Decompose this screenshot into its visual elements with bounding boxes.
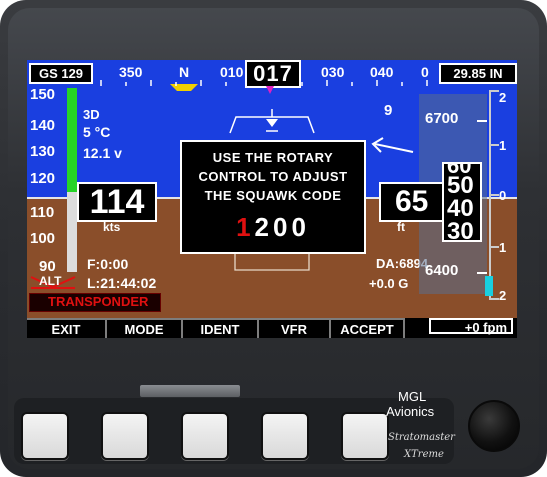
squawk-digit-active[interactable]: 1 — [236, 212, 254, 242]
vsi-tick-bottom-1: 1 — [499, 240, 507, 255]
alt-warning-flag: ALT — [27, 273, 79, 289]
squawk-dialog: USE THE ROTARY CONTROL TO ADJUST THE SQU… — [180, 140, 366, 254]
oat-label: 5 °C — [83, 124, 111, 140]
model-name: Stratomaster — [388, 432, 455, 443]
hardware-button-2[interactable] — [101, 412, 149, 460]
dialog-line-3: THE SQUAWK CODE — [204, 188, 342, 203]
softkey-bar: EXIT MODE IDENT VFR ACCEPT +0 fpm — [27, 318, 517, 338]
airspeed-tape: 150 140 130 120 110 100 90 — [27, 84, 77, 275]
softkey-exit[interactable]: EXIT — [27, 318, 105, 338]
squawk-digits-rest[interactable]: 200 — [255, 212, 310, 242]
dialog-line-2: CONTROL TO ADJUST — [198, 169, 348, 184]
airspeed-tick-120: 120 — [30, 170, 56, 187]
wind-arrow-icon — [371, 137, 414, 153]
vsi-bar — [485, 276, 493, 296]
g-meter: +0.0 G — [369, 276, 409, 291]
hardware-button-1[interactable] — [21, 412, 69, 460]
altitude-tick-6700: 6700 — [425, 110, 459, 127]
squawk-code[interactable]: 1200 — [182, 212, 364, 243]
local-time: L:21:44:02 — [87, 275, 157, 291]
softkey-accept[interactable]: ACCEPT — [329, 318, 405, 338]
voltage-label: 12.1 v — [83, 145, 122, 161]
airspeed-green-arc — [67, 88, 77, 192]
vertical-speed-box: +0 fpm — [429, 318, 513, 335]
groundspeed-box: GS 129 — [29, 63, 93, 84]
alt-flag-label: ALT — [39, 274, 62, 288]
altitude-unit: ft — [397, 220, 405, 234]
roll-indicator — [229, 109, 315, 134]
airspeed-tick-130: 130 — [30, 143, 56, 160]
light-sensor — [140, 385, 240, 397]
altitude-roller: 60 50 40 30 — [442, 162, 482, 242]
altitude-big-digits: 65 — [395, 185, 429, 218]
airspeed-readout: 114 — [77, 182, 157, 222]
airspeed-white-arc — [67, 192, 77, 272]
vsi-tick-top-1: 1 — [499, 138, 507, 153]
airspeed-unit: kts — [103, 220, 121, 234]
flight-timer: F:0:00 — [87, 256, 129, 272]
transponder-label: TRANSPONDER — [48, 294, 149, 309]
baro-setting-box: 29.85 IN — [439, 63, 517, 84]
airspeed-tick-110: 110 — [30, 204, 55, 221]
softkey-ident[interactable]: IDENT — [181, 318, 257, 338]
airspeed-tick-150: 150 — [30, 86, 56, 103]
vsi-scale: 2 1 0 1 2 — [485, 90, 517, 303]
dialog-line-1: USE THE ROTARY — [212, 150, 334, 165]
hardware-button-5[interactable] — [341, 412, 389, 460]
roll-degree-label: 9 — [384, 102, 393, 119]
vsi-tick-zero: 0 — [499, 188, 507, 203]
hardware-button-3[interactable] — [181, 412, 229, 460]
brand-name: MGL — [398, 389, 427, 404]
altitude-tick-mark — [477, 120, 487, 122]
rotary-knob[interactable] — [468, 400, 520, 452]
model-suffix: XTreme — [404, 449, 444, 460]
softkey-mode[interactable]: MODE — [105, 318, 181, 338]
airspeed-tick-100: 100 — [30, 230, 56, 247]
vsi-tick-bottom-2: 2 — [499, 288, 507, 303]
airspeed-tick-140: 140 — [30, 117, 56, 134]
hardware-button-4[interactable] — [261, 412, 309, 460]
pitch-reference — [234, 254, 310, 271]
altitude-tick-6400: 6400 — [425, 262, 459, 279]
vsi-tick-top-2: 2 — [499, 90, 507, 105]
transponder-banner: TRANSPONDER — [29, 293, 161, 312]
altitude-tick-mark-2 — [477, 272, 487, 274]
brand-subtitle: Avionics — [386, 404, 435, 419]
altitude-roll-30: 30 — [447, 218, 474, 242]
efis-screen: GS 129 350 N 010 017 030 040 0 29.85 IN … — [27, 60, 517, 338]
gps-fix-label: 3D — [83, 107, 100, 122]
heading-ticks — [100, 80, 428, 86]
softkey-vfr[interactable]: VFR — [257, 318, 329, 338]
